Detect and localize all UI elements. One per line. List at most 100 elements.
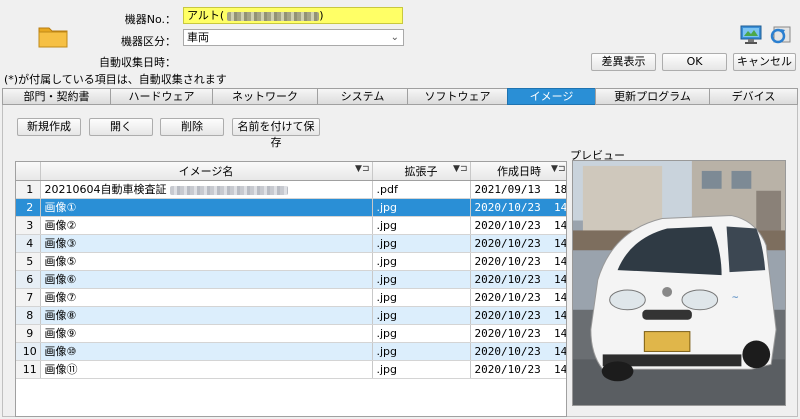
- tab-hardware[interactable]: ハードウェア: [110, 88, 212, 105]
- created-time: 14:…: [553, 218, 567, 232]
- created-time: 14:…: [553, 254, 567, 268]
- cell-image-name[interactable]: 画像⑦: [40, 288, 373, 307]
- device-type-label: 機器区分：: [121, 35, 176, 48]
- redacted-text: [169, 185, 288, 195]
- cell-image-name[interactable]: 画像⑪: [40, 360, 373, 379]
- cell-extension[interactable]: .jpg: [372, 216, 471, 235]
- table-row[interactable]: 11 画像⑪ .jpg 2020/10/23 14:…: [16, 360, 567, 379]
- table-row[interactable]: 1 20210604自動車検査証 .pdf 2021/09/13 18:…: [16, 180, 567, 199]
- created-time: 14:…: [553, 272, 567, 286]
- monitor-icon[interactable]: [740, 25, 762, 45]
- cell-extension[interactable]: .jpg: [372, 234, 471, 253]
- filter-pin-icon[interactable]: ▼⊐: [551, 164, 565, 174]
- cell-extension[interactable]: .jpg: [372, 288, 471, 307]
- header-extension[interactable]: 拡張子 ▼⊐: [372, 162, 471, 181]
- cell-image-name[interactable]: 画像①: [40, 198, 373, 217]
- cell-extension[interactable]: .jpg: [372, 270, 471, 289]
- created-time: 14:…: [553, 290, 567, 304]
- device-no-value: アルト(: [187, 9, 225, 22]
- created-date: 2020/10/23: [474, 236, 541, 250]
- table-row[interactable]: 7 画像⑦ .jpg 2020/10/23 14:…: [16, 288, 567, 307]
- cell-created[interactable]: 2020/10/23 14:…: [470, 216, 567, 235]
- device-no-value-end: ): [319, 9, 324, 22]
- created-time: 14:…: [553, 362, 567, 376]
- device-type-value: 車両: [187, 31, 209, 44]
- cell-created[interactable]: 2020/10/23 14:…: [470, 288, 567, 307]
- table-row[interactable]: 10 画像⑩ .jpg 2020/10/23 14:…: [16, 342, 567, 361]
- cell-image-name[interactable]: 画像⑨: [40, 324, 373, 343]
- new-button[interactable]: 新規作成: [17, 118, 81, 136]
- cell-extension[interactable]: .jpg: [372, 306, 471, 325]
- table-row[interactable]: 6 画像⑥ .jpg 2020/10/23 14:…: [16, 270, 567, 289]
- cell-created[interactable]: 2020/10/23 14:…: [470, 252, 567, 271]
- cell-created[interactable]: 2020/10/23 14:…: [470, 306, 567, 325]
- row-number: 4: [16, 234, 41, 253]
- cell-created[interactable]: 2020/10/23 14:…: [470, 198, 566, 217]
- filter-pin-icon[interactable]: ▼⊐: [453, 164, 467, 174]
- tab-update[interactable]: 更新プログラム: [595, 88, 709, 105]
- tab-software[interactable]: ソフトウェア: [407, 88, 507, 105]
- cell-image-name[interactable]: 画像②: [40, 216, 373, 235]
- device-no-field[interactable]: アルト(): [183, 7, 403, 24]
- created-date: 2020/10/23: [474, 362, 541, 376]
- cell-image-name[interactable]: 画像⑤: [40, 252, 373, 271]
- cell-image-name[interactable]: 20210604自動車検査証: [40, 180, 373, 199]
- cancel-button[interactable]: キャンセル: [733, 53, 796, 71]
- created-time: 18:…: [553, 182, 567, 196]
- created-date: 2020/10/23: [474, 344, 541, 358]
- created-time: 14:…: [553, 344, 567, 358]
- created-date: 2020/10/23: [474, 218, 541, 232]
- ok-button[interactable]: OK: [662, 53, 727, 71]
- row-number: 8: [16, 306, 41, 325]
- row-number: 6: [16, 270, 41, 289]
- table-row[interactable]: 4 画像③ .jpg 2020/10/23 14:…: [16, 234, 566, 253]
- cell-created[interactable]: 2020/10/23 14:…: [470, 234, 566, 253]
- delete-button[interactable]: 削除: [160, 118, 224, 136]
- table-row[interactable]: 3 画像② .jpg 2020/10/23 14:…: [16, 216, 567, 235]
- save-as-button[interactable]: 名前を付けて保存: [232, 118, 320, 149]
- tab-device[interactable]: デバイス: [709, 88, 798, 105]
- created-time: 14:…: [553, 308, 567, 322]
- cell-created[interactable]: 2020/10/23 14:…: [470, 342, 567, 361]
- image-grid[interactable]: イメージ名 ▼⊐ 拡張子 ▼⊐ 作成日時 ▼⊐ 1 20210604自動車検査証 .p…: [15, 161, 567, 417]
- cell-extension[interactable]: .jpg: [372, 198, 471, 217]
- auto-collect-note: (*)が付属している項目は、自動収集されます: [4, 73, 227, 86]
- header-created-label: 作成日時: [497, 164, 541, 178]
- tab-department[interactable]: 部門・契約書: [2, 88, 110, 105]
- cell-created[interactable]: 2021/09/13 18:…: [470, 180, 567, 199]
- chevron-down-icon: ⌄: [390, 32, 399, 43]
- table-row[interactable]: 8 画像⑧ .jpg 2020/10/23 14:…: [16, 306, 567, 325]
- cell-image-name[interactable]: 画像⑩: [40, 342, 373, 361]
- header-image-name[interactable]: イメージ名 ▼⊐: [40, 162, 373, 181]
- svg-text:~: ~: [732, 293, 739, 303]
- table-row[interactable]: 9 画像⑨ .jpg 2020/10/23 14:…: [16, 324, 567, 343]
- cell-extension[interactable]: .jpg: [372, 324, 471, 343]
- created-date: 2020/10/23: [474, 308, 541, 322]
- tab-system[interactable]: システム: [317, 88, 407, 105]
- cell-image-name[interactable]: 画像⑧: [40, 306, 373, 325]
- tab-network[interactable]: ネットワーク: [212, 88, 317, 105]
- cell-extension[interactable]: .jpg: [372, 342, 471, 361]
- table-row[interactable]: 5 画像⑤ .jpg 2020/10/23 14:…: [16, 252, 567, 271]
- cell-created[interactable]: 2020/10/23 14:…: [470, 324, 567, 343]
- open-button[interactable]: 開く: [89, 118, 153, 136]
- row-number: 7: [16, 288, 41, 307]
- created-time: 14:…: [553, 326, 567, 340]
- cell-extension[interactable]: .pdf: [372, 180, 471, 199]
- refresh-icon[interactable]: [768, 25, 792, 45]
- auto-collect-label: 自動収集日時：: [99, 56, 176, 69]
- header-created[interactable]: 作成日時 ▼⊐: [470, 162, 566, 181]
- row-number: 3: [16, 216, 41, 235]
- cell-created[interactable]: 2020/10/23 14:…: [470, 270, 567, 289]
- cell-extension[interactable]: .jpg: [372, 252, 471, 271]
- filter-pin-icon[interactable]: ▼⊐: [355, 164, 369, 174]
- diff-button[interactable]: 差異表示: [591, 53, 656, 71]
- cell-created[interactable]: 2020/10/23 14:…: [470, 360, 567, 379]
- device-type-select[interactable]: 車両 ⌄: [183, 29, 404, 46]
- cell-image-name[interactable]: 画像⑥: [40, 270, 373, 289]
- tab-image[interactable]: イメージ: [507, 88, 595, 105]
- table-row[interactable]: 2 画像① .jpg 2020/10/23 14:…: [16, 198, 566, 217]
- cell-extension[interactable]: .jpg: [372, 360, 471, 379]
- header-extension-label: 拡張子: [404, 164, 438, 178]
- cell-image-name[interactable]: 画像③: [40, 234, 373, 253]
